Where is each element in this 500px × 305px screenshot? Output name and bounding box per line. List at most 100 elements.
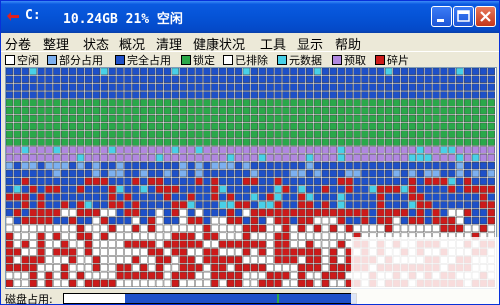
cluster-cell <box>274 224 282 233</box>
cluster-cell <box>282 209 290 217</box>
cluster-cell <box>13 264 22 272</box>
cluster-cell <box>179 264 187 272</box>
cluster-cell <box>464 185 472 193</box>
cluster-cell <box>45 256 53 264</box>
cluster-cell <box>203 193 211 201</box>
cluster-cell <box>392 122 401 131</box>
cluster-cell <box>321 279 330 287</box>
cluster-cell <box>147 146 156 154</box>
cluster-cell <box>219 224 227 233</box>
cluster-cell <box>124 201 132 209</box>
cluster-cell <box>132 114 140 123</box>
cluster-cell <box>203 248 211 256</box>
cluster-cell <box>76 177 85 185</box>
cluster-cell <box>487 209 495 217</box>
cluster-cell <box>282 107 290 115</box>
cluster-cell <box>163 114 172 123</box>
cluster-cell <box>337 114 345 123</box>
cluster-cell <box>353 154 361 162</box>
cluster-cell <box>132 209 140 217</box>
cluster-cell <box>313 83 322 91</box>
cluster-cell <box>290 130 298 138</box>
cluster-cell <box>321 193 330 201</box>
cluster-cell <box>290 216 298 225</box>
cluster-cell <box>155 83 164 91</box>
cluster-cell <box>424 161 432 170</box>
cluster-cell <box>53 193 61 201</box>
cluster-cell <box>76 271 85 280</box>
cluster-cell <box>13 114 22 123</box>
cluster-cell <box>234 240 243 248</box>
cluster-cell <box>479 130 488 138</box>
cluster-cell <box>84 161 93 170</box>
cluster-cell <box>21 99 29 107</box>
cluster-cell <box>424 169 432 178</box>
cluster-cell <box>456 216 464 225</box>
cluster-cell <box>298 99 306 107</box>
cluster-cell <box>195 138 203 146</box>
cluster-cell <box>179 83 187 91</box>
cluster-cell <box>37 248 45 256</box>
cluster-cell <box>226 240 235 248</box>
cluster-cell <box>140 114 148 123</box>
cluster-cell <box>13 91 22 99</box>
cluster-cell <box>219 114 227 123</box>
cluster-cell <box>219 122 227 131</box>
cluster-cell <box>37 146 45 154</box>
cluster-cell <box>116 122 124 131</box>
cluster-cell <box>37 122 45 131</box>
cluster-cell <box>61 161 69 170</box>
cluster-cell <box>329 232 337 240</box>
minimize-button[interactable] <box>431 6 452 27</box>
cluster-cell <box>211 138 219 146</box>
cluster-cell <box>416 154 424 162</box>
maximize-button[interactable] <box>453 6 474 27</box>
cluster-cell <box>353 146 361 154</box>
cluster-cell <box>377 138 385 146</box>
cluster-cell <box>448 130 456 138</box>
cluster-cell <box>274 122 282 131</box>
title-bar[interactable]: C: 10.24GB 21% 空闲 <box>1 1 499 33</box>
cluster-cell <box>432 224 440 233</box>
cluster-cell <box>440 209 448 217</box>
cluster-cell <box>171 138 179 146</box>
cluster-cell <box>76 99 85 107</box>
cluster-cell <box>274 99 282 107</box>
cluster-cell <box>234 185 243 193</box>
cluster-cell <box>187 193 195 201</box>
cluster-cell <box>282 83 290 91</box>
cluster-cell <box>258 209 266 217</box>
cluster-cell <box>432 75 440 83</box>
cluster-cell <box>408 122 416 131</box>
cluster-cell <box>29 91 37 99</box>
cluster-cell <box>258 177 266 185</box>
cluster-cell <box>242 91 251 99</box>
cluster-cell <box>337 177 345 185</box>
cluster-cell <box>211 154 219 162</box>
cluster-cell <box>400 91 409 99</box>
cluster-cell <box>155 209 164 217</box>
cluster-cell <box>471 146 480 154</box>
cluster-cell <box>487 75 495 83</box>
close-button[interactable] <box>475 6 496 27</box>
cluster-cell <box>258 185 266 193</box>
cluster-cell <box>124 256 132 264</box>
cluster-cell <box>29 83 37 91</box>
cluster-cell <box>313 138 322 146</box>
cluster-cell <box>400 177 409 185</box>
cluster-cell <box>61 177 69 185</box>
cluster-cell <box>92 232 101 240</box>
cluster-cell <box>456 154 464 162</box>
cluster-cell <box>108 240 116 248</box>
cluster-cell <box>464 114 472 123</box>
cluster-cell <box>171 161 179 170</box>
cluster-cell <box>155 240 164 248</box>
cluster-cell <box>45 114 53 123</box>
cluster-cell <box>306 99 314 107</box>
cluster-cell <box>290 224 298 233</box>
cluster-cell <box>116 138 124 146</box>
cluster-cell <box>282 271 290 280</box>
cluster-cell <box>203 99 211 107</box>
cluster-cell <box>187 240 195 248</box>
cluster-cell <box>61 75 69 83</box>
